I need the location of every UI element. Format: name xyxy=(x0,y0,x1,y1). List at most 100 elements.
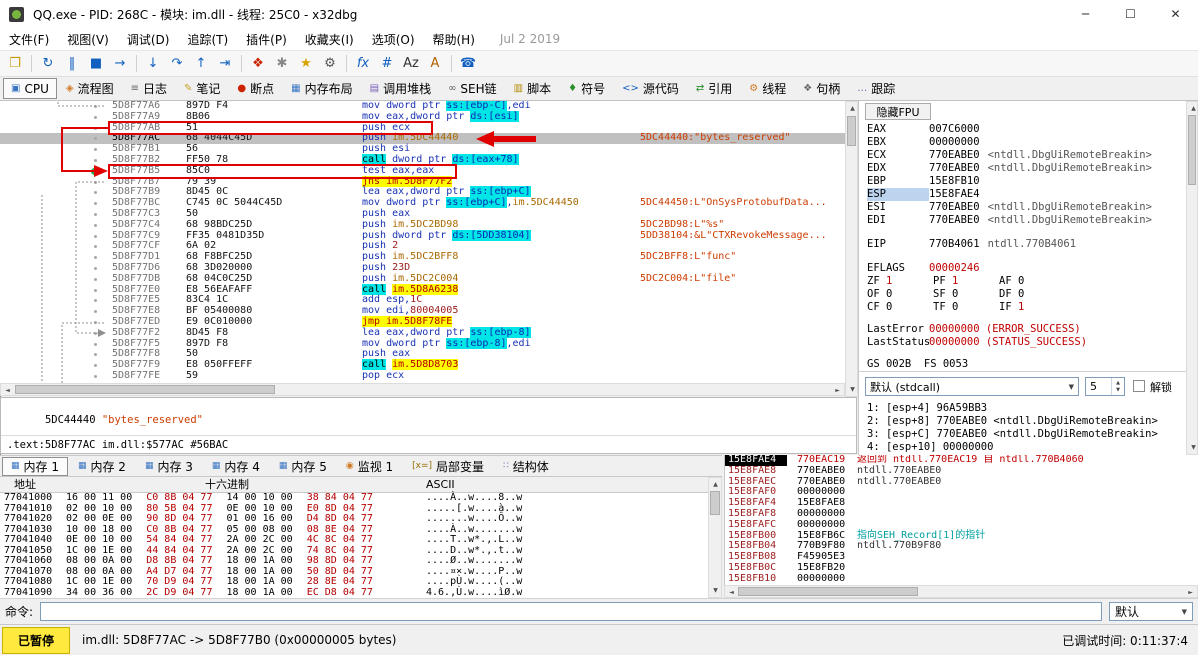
stack-row[interactable]: 15E8FB10 00000000 xyxy=(725,573,1198,585)
register-row[interactable]: EDI 770EABE0 <ntdll.DbgUiRemoteBreakin> xyxy=(867,214,1152,227)
tab-notes[interactable]: ✎ 笔记 xyxy=(176,78,228,99)
tab-graph[interactable]: ◈ 流程图 xyxy=(58,78,122,99)
eflags-row[interactable]: EFLAGS 00000246 xyxy=(867,262,980,275)
disasm-row[interactable]: 5D8F77DB 68 04C0C25D push im.5DC2C004 5DC2C… xyxy=(0,273,845,285)
menu-item[interactable]: 插件(P) xyxy=(237,30,296,50)
stack-row[interactable]: 15E8FAE4 770EAC19 返回到 ntdll.770EAC19 自 ntd… xyxy=(725,455,1198,466)
bottom-tab-watch1[interactable]: ◉ 监视 1 xyxy=(337,457,402,476)
tab-memory-map[interactable]: ▦ 内存布局 xyxy=(283,78,360,99)
close-button[interactable]: ✕ xyxy=(1153,0,1198,28)
register-row[interactable]: ESP 15E8FAE4 xyxy=(867,188,980,201)
tab-handles[interactable]: ❖ 句柄 xyxy=(795,78,848,99)
maximize-button[interactable]: ☐ xyxy=(1108,0,1153,28)
register-row[interactable]: EBP 15E8FB10 xyxy=(867,175,980,188)
strings-button[interactable]: Az xyxy=(400,53,422,75)
stack-row[interactable]: 15E8FAF0 00000000 xyxy=(725,487,1198,498)
stack-row[interactable]: 15E8FB0C 15E8FB20 xyxy=(725,562,1198,574)
argument-count-spinner[interactable]: 5 ▲ ▼ xyxy=(1085,377,1125,396)
chili-button[interactable]: ❖ xyxy=(247,53,269,75)
scroll-arrow-icon[interactable]: ▼ xyxy=(846,383,859,396)
scroll-arrow-icon[interactable]: ▼ xyxy=(1187,441,1198,454)
register-row[interactable]: EDX 770EABE0 <ntdll.DbgUiRemoteBreakin> xyxy=(867,162,1152,175)
segment-registers-row[interactable]: GS 002B FS 0053 xyxy=(867,358,968,371)
disasm-horizontal-scrollbar[interactable]: ◄ ► xyxy=(0,383,845,396)
stack-horizontal-scrollbar[interactable]: ◄ ► xyxy=(724,585,1198,598)
stack-row[interactable]: 15E8FB08 F45905E3 xyxy=(725,551,1198,563)
step-into-button[interactable]: ↓ xyxy=(142,53,164,75)
scroll-arrow-icon[interactable]: ► xyxy=(831,384,844,397)
run-to-return-button[interactable]: ⇥ xyxy=(214,53,236,75)
disasm-row[interactable]: 5D8F77A9 8B06 mov eax,dword ptr ds:[esi] xyxy=(0,110,845,123)
argument-row[interactable]: 2: [esp+8] 770EABE0 <ntdll.DbgUiRemoteBr… xyxy=(867,415,1158,428)
stack-row[interactable]: 15E8FB04 770B9F80 ntdll.770B9F80 xyxy=(725,541,1198,552)
scroll-thumb[interactable] xyxy=(738,587,918,596)
register-row[interactable]: ECX 770EABE0 <ntdll.DbgUiRemoteBreakin> xyxy=(867,149,1152,162)
title-bar[interactable]: QQ.exe - PID: 268C - 模块: im.dll - 线程: 25… xyxy=(0,0,1198,28)
stack-row[interactable]: 15E8FAEC 770EABE0 ntdll.770EABE0 xyxy=(725,476,1198,488)
step-over-button[interactable]: ↷ xyxy=(166,53,188,75)
dump-row[interactable]: 77041040 0E 00 10 00 54 84 04 77 2A 00 2C 0… xyxy=(0,534,708,546)
minimize-button[interactable]: ─ xyxy=(1063,0,1108,28)
bottom-tab-mem3[interactable]: ▦ 内存 3 xyxy=(136,457,202,476)
scroll-arrow-icon[interactable]: ▼ xyxy=(709,584,722,597)
stack-pane[interactable]: 15E8FAE4 770EAC19 返回到 ntdll.770EAC19 自 ntd… xyxy=(724,455,1198,598)
argument-row[interactable]: 4: [esp+10] 00000000 xyxy=(867,441,993,454)
disasm-row[interactable]: 5D8F77FE 59 pop ecx xyxy=(0,370,845,382)
menu-item[interactable]: 视图(V) xyxy=(58,30,118,50)
hash-button[interactable]: # xyxy=(376,53,398,75)
scroll-arrow-icon[interactable]: ▲ xyxy=(709,478,722,491)
tab-trace[interactable]: … 跟踪 xyxy=(849,78,903,99)
scroll-thumb[interactable] xyxy=(1188,115,1196,185)
command-profile-dropdown[interactable]: 默认 ▼ xyxy=(1109,602,1193,621)
flags-row[interactable]: CF 0 TF 0 IF 1 xyxy=(867,301,1065,314)
scroll-arrow-icon[interactable]: ► xyxy=(1184,586,1197,599)
argument-row[interactable]: 1: [esp+4] 96A59BB3 xyxy=(867,402,987,415)
breakpoint-dot[interactable] xyxy=(91,167,98,175)
menu-item[interactable]: 选项(O) xyxy=(363,30,424,50)
tab-call-stack[interactable]: ▤ 调用堆栈 xyxy=(362,78,439,99)
stop-button[interactable]: ■ xyxy=(85,53,107,75)
menu-item[interactable]: 文件(F) xyxy=(0,30,58,50)
hide-fpu-button[interactable]: 隐藏FPU xyxy=(865,103,931,120)
bottom-tab-struct[interactable]: ∷ 结构体 xyxy=(494,457,558,476)
flags-row[interactable]: OF 0 SF 0 DF 0 xyxy=(867,288,1065,301)
last-status-row[interactable]: LastStatus00000000 (STATUS_SUCCESS) xyxy=(867,336,1087,349)
disasm-vertical-scrollbar[interactable]: ▲ ▼ xyxy=(845,101,858,397)
tab-seh[interactable]: ∞ SEH链 xyxy=(440,78,505,99)
scroll-thumb[interactable] xyxy=(710,491,720,515)
disasm-row[interactable]: 5D8F77B5 85C0 test eax,eax xyxy=(0,165,845,177)
stack-row[interactable]: 15E8FAE8 770EABE0 ntdll.770EABE0 xyxy=(725,465,1198,477)
tab-threads[interactable]: ⚙ 线程 xyxy=(741,78,794,99)
tab-log[interactable]: ≡ 日志 xyxy=(123,78,175,99)
dump-row[interactable]: 77041090 34 00 36 00 2C D9 04 77 18 00 1A 0… xyxy=(0,587,708,599)
patch-button[interactable]: ✱ xyxy=(271,53,293,75)
calling-convention-select[interactable]: 默认 (stdcall) ▼ xyxy=(865,377,1079,396)
stack-row[interactable]: 15E8FAF8 00000000 xyxy=(725,508,1198,520)
command-input[interactable] xyxy=(40,602,1102,621)
step-out-button[interactable]: ↑ xyxy=(190,53,212,75)
highlight-button[interactable]: A xyxy=(424,53,446,75)
unlock-checkbox[interactable] xyxy=(1133,380,1145,392)
tab-source[interactable]: <> 源代码 xyxy=(614,78,687,99)
scroll-thumb[interactable] xyxy=(847,116,856,146)
tab-script[interactable]: ▥ 脚本 xyxy=(506,78,559,99)
bottom-tab-mem2[interactable]: ▦ 内存 2 xyxy=(69,457,135,476)
disassembly-pane[interactable]: 5D8F77A6 897D F4 mov dword ptr ss:[ebp-C],… xyxy=(0,101,845,383)
scroll-arrow-icon[interactable]: ◄ xyxy=(1,384,14,397)
menu-item[interactable]: 帮助(H) xyxy=(424,30,484,50)
restart-button[interactable]: ↻ xyxy=(37,53,59,75)
dump-row[interactable]: 77041020 02 00 0E 00 90 8D 04 77 01 00 16 0… xyxy=(0,513,708,525)
registers-vertical-scrollbar[interactable]: ▲ ▼ xyxy=(1186,101,1198,455)
dump-row[interactable]: 77041080 1C 00 1E 00 70 D9 04 77 18 00 1A 0… xyxy=(0,576,708,588)
dump-vertical-scrollbar[interactable]: ▲ ▼ xyxy=(708,477,722,598)
run-button[interactable]: → xyxy=(109,53,131,75)
register-row[interactable]: ESI 770EABE0 <ntdll.DbgUiRemoteBreakin> xyxy=(867,201,1152,214)
stack-row[interactable]: 15E8FAF4 15E8FAE8 xyxy=(725,497,1198,509)
tab-symbols[interactable]: ♦ 符号 xyxy=(560,78,613,99)
scroll-thumb[interactable] xyxy=(15,385,275,394)
stack-row[interactable]: 15E8FB00 15E8FB6C 指向SEH_Record[1]的指针 xyxy=(725,530,1198,542)
menu-item[interactable]: 收藏夹(I) xyxy=(296,30,363,50)
calculator-button[interactable]: fx xyxy=(352,53,374,75)
phone-button[interactable]: ☎ xyxy=(457,53,479,75)
argument-row[interactable]: 3: [esp+C] 770EABE0 <ntdll.DbgUiRemoteBr… xyxy=(867,428,1158,441)
